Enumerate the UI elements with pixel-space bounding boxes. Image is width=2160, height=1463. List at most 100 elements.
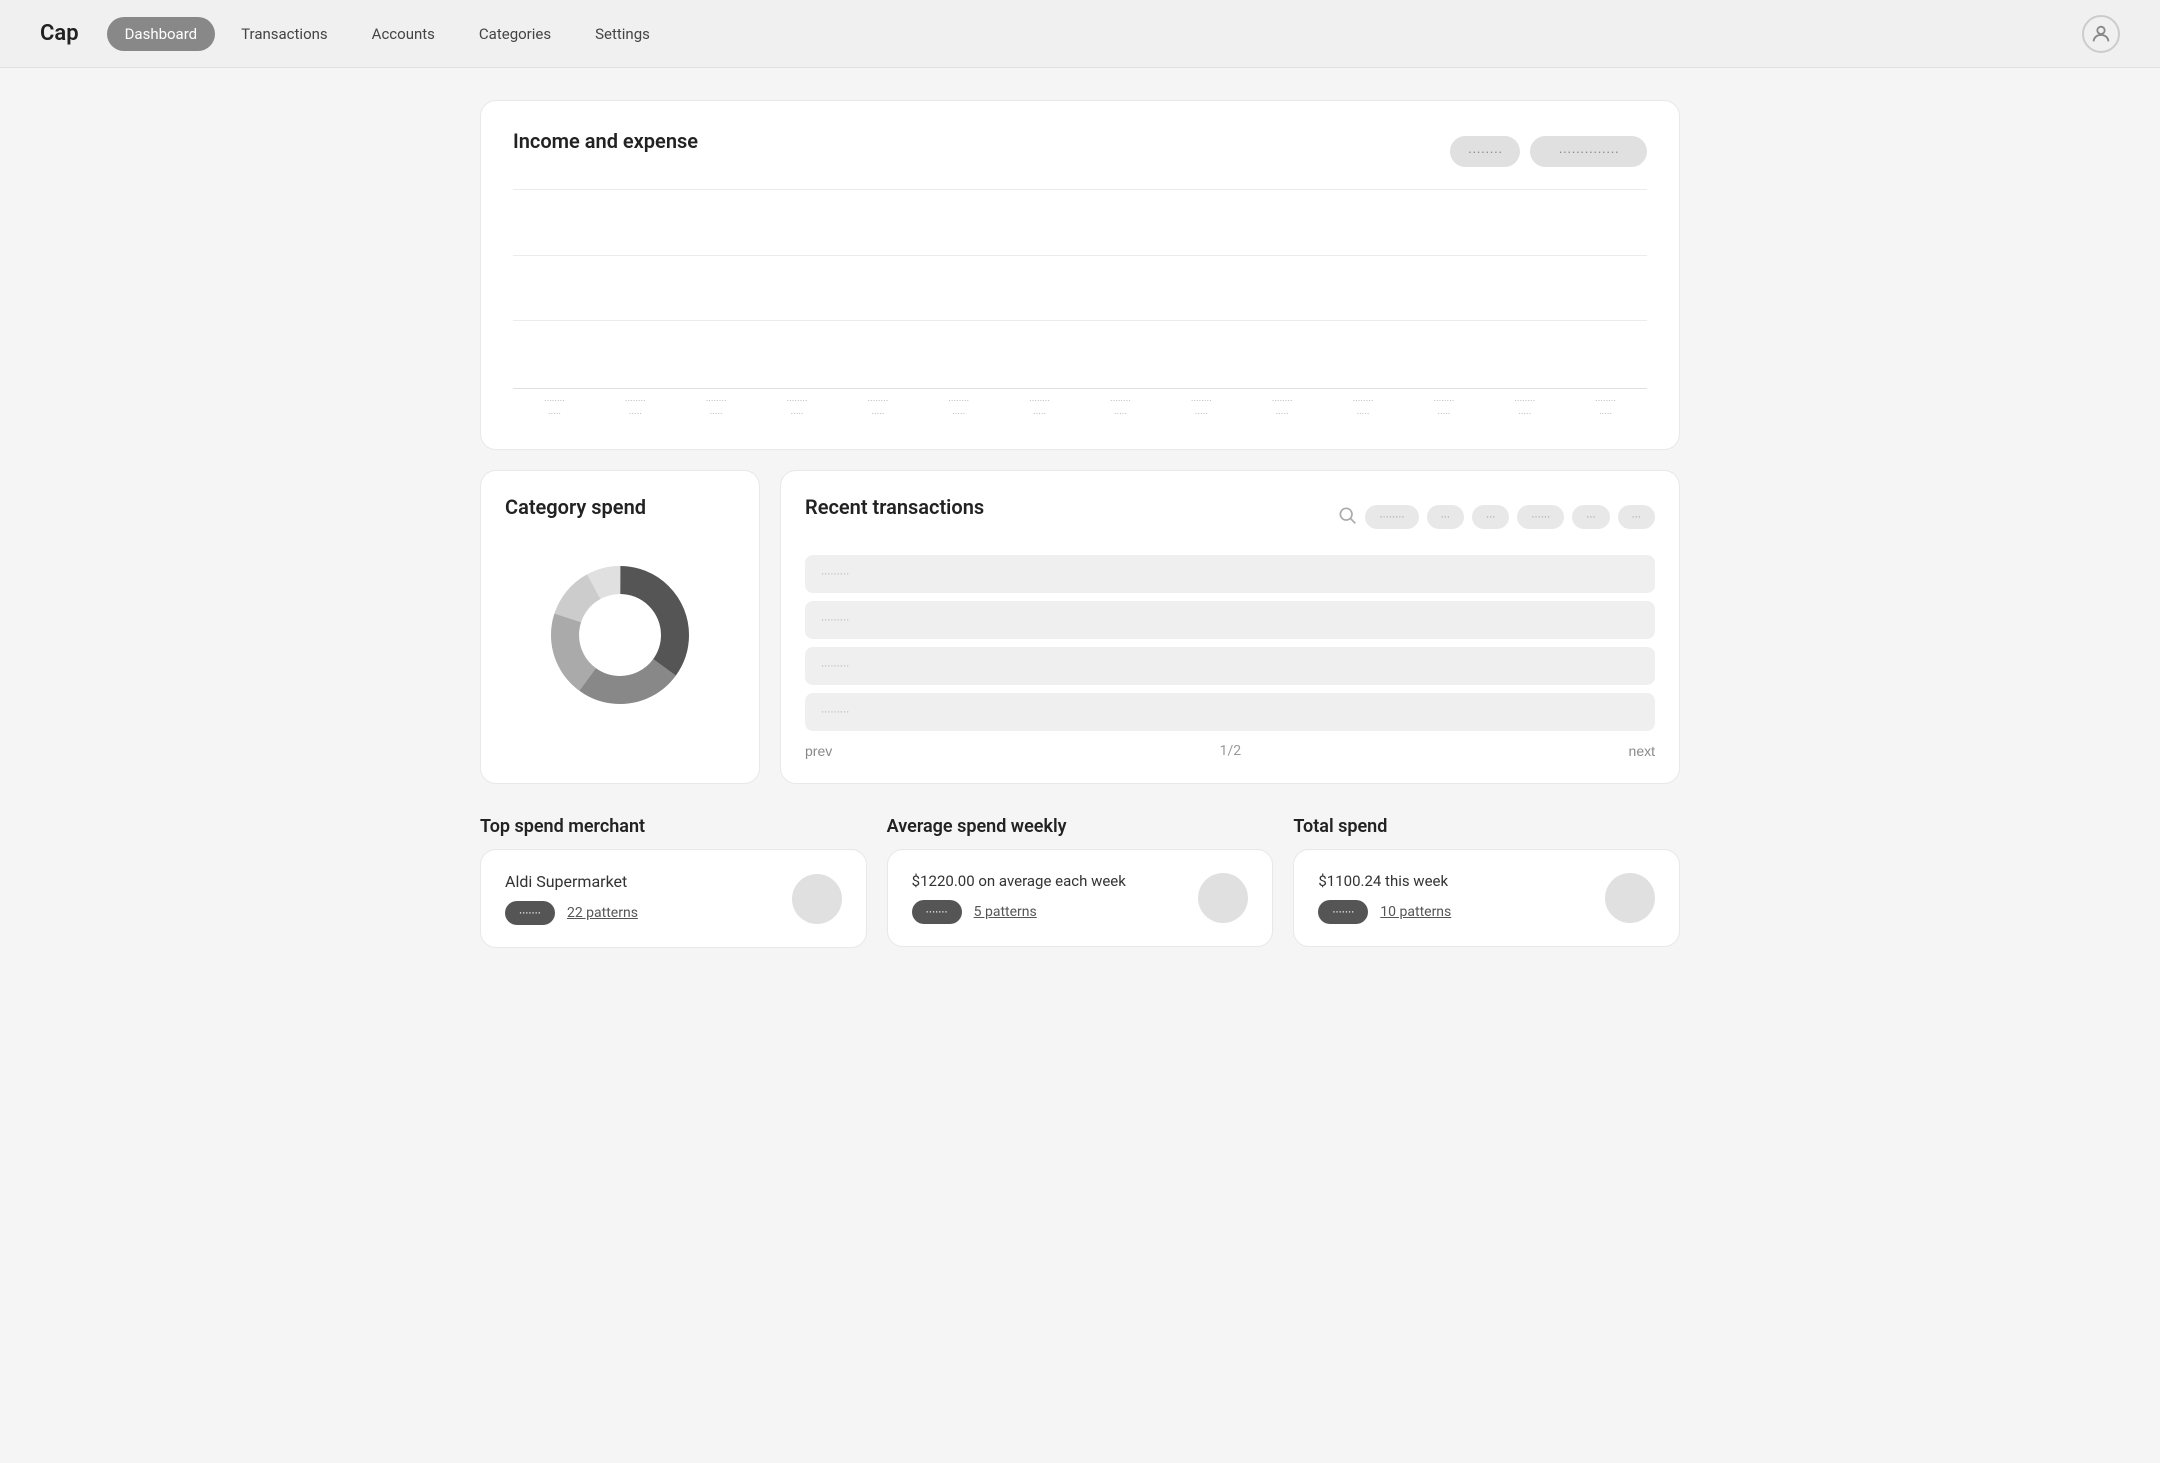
app-logo: Cap xyxy=(40,21,79,46)
filter-pill-4[interactable]: ······ xyxy=(1517,505,1564,529)
main-content: Income and expense ········ ············… xyxy=(420,68,1740,980)
total-spend-left: $1100.24 this week ······· 10 patterns xyxy=(1318,872,1451,924)
total-spend-value: $1100.24 this week xyxy=(1318,872,1451,890)
nav-items: Dashboard Transactions Accounts Categori… xyxy=(107,17,2082,51)
prev-page-button[interactable]: prev xyxy=(805,743,832,759)
chart-label-top: ········ xyxy=(1110,395,1131,408)
transaction-row[interactable]: ········· xyxy=(805,647,1655,685)
chart-label-group: ············· xyxy=(1568,395,1643,421)
avg-spend-title: Average spend weekly xyxy=(887,816,1274,837)
page-indicator: 1/2 xyxy=(1220,743,1242,759)
avg-spend-section: Average spend weekly $1220.00 on average… xyxy=(887,816,1274,948)
user-avatar[interactable] xyxy=(2082,15,2120,53)
total-spend-title: Total spend xyxy=(1293,816,1680,837)
pagination: prev 1/2 next xyxy=(805,743,1655,759)
chart-label-group: ············· xyxy=(921,395,996,421)
chart-label-bottom: ····· xyxy=(1195,408,1208,421)
bar-chart xyxy=(513,189,1647,389)
chart-label-group: ············· xyxy=(598,395,673,421)
chart-label-group: ············· xyxy=(1245,395,1320,421)
chart-label-group: ············· xyxy=(1083,395,1158,421)
total-spend-tag[interactable]: ······· xyxy=(1318,900,1368,924)
chart-label-group: ············· xyxy=(1326,395,1401,421)
chart-label-bottom: ····· xyxy=(1599,408,1612,421)
chart-label-group: ············· xyxy=(1002,395,1077,421)
chart-label-top: ········ xyxy=(1191,395,1212,408)
chart-label-top: ········ xyxy=(544,395,565,408)
chart-label-top: ········ xyxy=(625,395,646,408)
top-spend-patterns[interactable]: 22 patterns xyxy=(567,905,638,921)
chart-label-bottom: ····· xyxy=(1033,408,1046,421)
chart-label-top: ········ xyxy=(1433,395,1454,408)
chart-label-top: ········ xyxy=(1272,395,1293,408)
top-spend-section: Top spend merchant Aldi Supermarket ····… xyxy=(480,816,867,948)
income-title: Income and expense xyxy=(513,129,698,153)
nav-dashboard[interactable]: Dashboard xyxy=(107,17,216,51)
chart-label-top: ········ xyxy=(1353,395,1374,408)
income-filter-btn1[interactable]: ········ xyxy=(1450,136,1521,167)
chart-label-group: ············· xyxy=(679,395,754,421)
transactions-header: Recent transactions ········ ··· ··· ···… xyxy=(805,495,1655,539)
total-spend-actions: ······· 10 patterns xyxy=(1318,900,1451,924)
category-title: Category spend xyxy=(505,495,735,519)
top-spend-action-btn[interactable] xyxy=(792,874,842,924)
income-buttons: ········ ·············· xyxy=(1450,136,1647,167)
chart-label-bottom: ····· xyxy=(1518,408,1531,421)
category-spend-card: Category spend xyxy=(480,470,760,784)
total-spend-card: $1100.24 this week ······· 10 patterns xyxy=(1293,849,1680,947)
chart-label-group: ············· xyxy=(1164,395,1239,421)
chart-label-bottom: ····· xyxy=(871,408,884,421)
nav-accounts[interactable]: Accounts xyxy=(354,17,453,51)
avg-spend-patterns[interactable]: 5 patterns xyxy=(974,904,1037,920)
middle-row: Category spend Recent transactions xyxy=(480,470,1680,784)
avg-spend-action-btn[interactable] xyxy=(1198,873,1248,923)
chart-label-group: ············· xyxy=(517,395,592,421)
chart-label-top: ········ xyxy=(948,395,969,408)
chart-label-bottom: ····· xyxy=(1276,408,1289,421)
donut-svg xyxy=(540,555,700,715)
filter-pill-5[interactable]: ··· xyxy=(1572,505,1609,529)
transaction-row[interactable]: ········· xyxy=(805,601,1655,639)
next-page-button[interactable]: next xyxy=(1629,743,1655,759)
filter-pill-6[interactable]: ··· xyxy=(1618,505,1655,529)
chart-label-bottom: ····· xyxy=(790,408,803,421)
total-spend-action-btn[interactable] xyxy=(1605,873,1655,923)
chart-label-bottom: ····· xyxy=(629,408,642,421)
chart-label-group: ············· xyxy=(1406,395,1481,421)
recent-transactions-card: Recent transactions ········ ··· ··· ···… xyxy=(780,470,1680,784)
chart-label-group: ············· xyxy=(840,395,915,421)
avg-spend-tag[interactable]: ······· xyxy=(912,900,962,924)
chart-label-bottom: ····· xyxy=(1437,408,1450,421)
chart-label-bottom: ····· xyxy=(1356,408,1369,421)
search-icon xyxy=(1337,505,1357,530)
nav-transactions[interactable]: Transactions xyxy=(223,17,346,51)
income-filter-btn2[interactable]: ·············· xyxy=(1530,136,1647,167)
nav-categories[interactable]: Categories xyxy=(461,17,569,51)
chart-label-top: ········ xyxy=(867,395,888,408)
donut-chart xyxy=(505,555,735,715)
avg-spend-card: $1220.00 on average each week ······· 5 … xyxy=(887,849,1274,947)
bottom-row: Top spend merchant Aldi Supermarket ····… xyxy=(480,816,1680,948)
transaction-row[interactable]: ········· xyxy=(805,693,1655,731)
filter-pill-3[interactable]: ··· xyxy=(1472,505,1509,529)
nav-settings[interactable]: Settings xyxy=(577,17,668,51)
avg-spend-value: $1220.00 on average each week xyxy=(912,872,1126,890)
total-spend-patterns[interactable]: 10 patterns xyxy=(1380,904,1451,920)
chart-label-top: ········ xyxy=(706,395,727,408)
income-expense-card: Income and expense ········ ············… xyxy=(480,100,1680,450)
filter-pill-2[interactable]: ··· xyxy=(1427,505,1464,529)
chart-label-group: ············· xyxy=(1487,395,1562,421)
top-spend-card: Aldi Supermarket ······· 22 patterns xyxy=(480,849,867,948)
filter-pill-1[interactable]: ········ xyxy=(1365,505,1418,529)
top-spend-tag[interactable]: ······· xyxy=(505,901,555,925)
chart-label-top: ········ xyxy=(1595,395,1616,408)
avg-spend-left: $1220.00 on average each week ······· 5 … xyxy=(912,872,1126,924)
chart-label-top: ········ xyxy=(1514,395,1535,408)
chart-label-top: ········ xyxy=(787,395,808,408)
transaction-list: ········· ········· ········· ········· xyxy=(805,555,1655,731)
transactions-title: Recent transactions xyxy=(805,495,984,519)
navigation: Cap Dashboard Transactions Accounts Cate… xyxy=(0,0,2160,68)
chart-gridlines xyxy=(513,189,1647,388)
transaction-row[interactable]: ········· xyxy=(805,555,1655,593)
chart-label-top: ········ xyxy=(1029,395,1050,408)
